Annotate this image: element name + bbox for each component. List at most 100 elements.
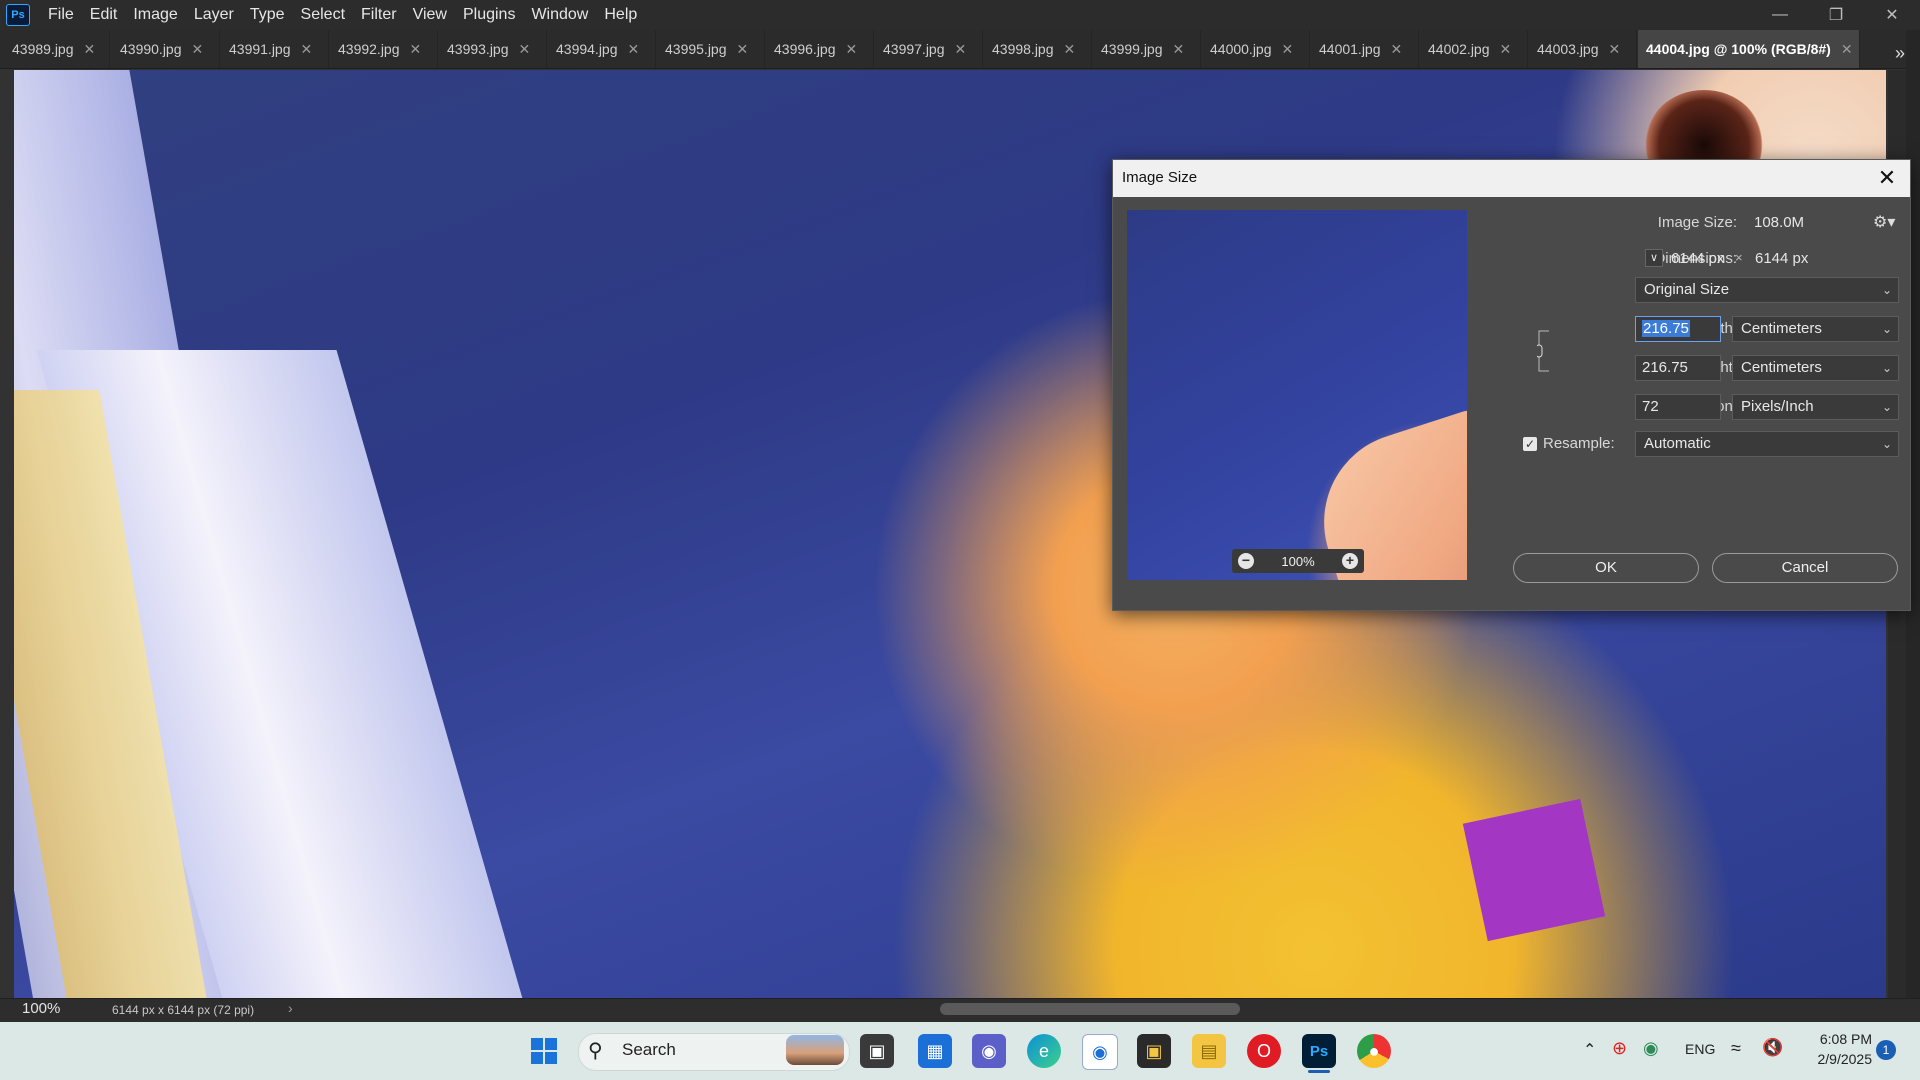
- tab-label: 43990.jpg: [120, 41, 182, 57]
- horizontal-scrollbar[interactable]: [940, 1003, 1240, 1015]
- menu-help[interactable]: Help: [596, 0, 645, 30]
- windows-start-icon[interactable]: [527, 1034, 561, 1068]
- cancel-button[interactable]: Cancel: [1712, 553, 1898, 583]
- resolution-unit-value: Pixels/Inch: [1741, 398, 1814, 415]
- notification-badge[interactable]: 1: [1876, 1040, 1896, 1060]
- zoom-in-icon[interactable]: +: [1342, 553, 1358, 569]
- close-icon[interactable]: ✕: [410, 41, 422, 58]
- widgets-icon[interactable]: ▦: [918, 1034, 952, 1068]
- menu-plugins[interactable]: Plugins: [455, 0, 523, 30]
- close-icon[interactable]: ✕: [737, 41, 749, 58]
- menu-select[interactable]: Select: [293, 0, 353, 30]
- ok-button[interactable]: OK: [1513, 553, 1699, 583]
- teams-chat-icon[interactable]: ◉: [972, 1034, 1006, 1068]
- tab-44004-active[interactable]: 44004.jpg @ 100% (RGB/8#) ✕: [1638, 30, 1860, 68]
- close-icon[interactable]: ✕: [1282, 41, 1294, 58]
- chevron-right-icon[interactable]: ›: [288, 1000, 293, 1016]
- fit-to-value: Original Size: [1644, 281, 1730, 298]
- tab-43996[interactable]: 43996.jpg ✕: [766, 30, 874, 68]
- image-size-label: Image Size:: [1657, 214, 1737, 231]
- close-window-icon[interactable]: ✕: [1864, 0, 1920, 30]
- menu-layer[interactable]: Layer: [186, 0, 242, 30]
- tab-43990[interactable]: 43990.jpg ✕: [112, 30, 220, 68]
- minimize-icon[interactable]: —: [1752, 0, 1808, 30]
- close-icon[interactable]: ✕: [846, 41, 858, 58]
- microsoft-store-icon[interactable]: ▣: [1137, 1034, 1171, 1068]
- network-globe-icon[interactable]: ◉: [1643, 1038, 1659, 1059]
- clock-time[interactable]: 6:08 PM: [1812, 1031, 1872, 1047]
- resolution-unit-dropdown[interactable]: Pixels/Inch ⌄: [1732, 394, 1899, 420]
- menu-file[interactable]: File: [40, 0, 82, 30]
- close-icon[interactable]: ✕: [84, 41, 96, 58]
- tab-43994[interactable]: 43994.jpg ✕: [548, 30, 656, 68]
- chevron-up-icon[interactable]: ⌃: [1583, 1040, 1596, 1060]
- tab-43998[interactable]: 43998.jpg ✕: [984, 30, 1092, 68]
- zoom-level[interactable]: 100%: [22, 1000, 60, 1017]
- tab-44002[interactable]: 44002.jpg ✕: [1420, 30, 1528, 68]
- preview-zoom-control: − 100% +: [1232, 549, 1364, 573]
- photoshop-taskbar-icon[interactable]: Ps: [1302, 1034, 1336, 1068]
- speaker-muted-icon[interactable]: 🔇: [1762, 1038, 1783, 1058]
- chevron-down-icon: ⌄: [1881, 283, 1892, 297]
- chrome-browser-icon[interactable]: ●: [1357, 1034, 1391, 1068]
- close-icon[interactable]: ✕: [1609, 41, 1621, 58]
- tab-43992[interactable]: 43992.jpg ✕: [330, 30, 438, 68]
- tab-43995[interactable]: 43995.jpg ✕: [657, 30, 765, 68]
- vpn-icon[interactable]: ⊕: [1612, 1038, 1627, 1059]
- menu-type[interactable]: Type: [242, 0, 293, 30]
- edge-browser-icon[interactable]: e: [1027, 1034, 1061, 1068]
- menu-bar: Ps File Edit Image Layer Type Select Fil…: [0, 0, 1920, 30]
- close-icon[interactable]: ✕: [628, 41, 640, 58]
- tab-43993[interactable]: 43993.jpg ✕: [439, 30, 547, 68]
- language-indicator[interactable]: ENG: [1685, 1041, 1715, 1057]
- tab-44003[interactable]: 44003.jpg ✕: [1529, 30, 1637, 68]
- close-icon[interactable]: ✕: [1391, 41, 1403, 58]
- menu-edit[interactable]: Edit: [82, 0, 126, 30]
- width-unit-dropdown[interactable]: Centimeters ⌄: [1732, 316, 1899, 342]
- file-explorer-icon[interactable]: ▤: [1192, 1034, 1226, 1068]
- height-input[interactable]: 216.75: [1635, 355, 1721, 381]
- wifi-icon[interactable]: ≈: [1731, 1038, 1741, 1059]
- close-icon[interactable]: ✕: [1064, 41, 1076, 58]
- menu-filter[interactable]: Filter: [353, 0, 405, 30]
- close-icon[interactable]: ✕: [301, 41, 313, 58]
- tab-44001[interactable]: 44001.jpg ✕: [1311, 30, 1419, 68]
- dimensions-height: 6144 px: [1755, 250, 1809, 267]
- resample-value: Automatic: [1644, 435, 1711, 452]
- menu-image[interactable]: Image: [125, 0, 185, 30]
- height-unit-dropdown[interactable]: Centimeters ⌄: [1732, 355, 1899, 381]
- zoom-out-icon[interactable]: −: [1238, 553, 1254, 569]
- chevron-down-icon: ⌄: [1881, 400, 1892, 414]
- menu-window[interactable]: Window: [523, 0, 596, 30]
- image-size-dialog: Image Size ✕ − 100% + Image Size: 108.0M…: [1112, 159, 1911, 611]
- tab-43997[interactable]: 43997.jpg ✕: [875, 30, 983, 68]
- close-icon[interactable]: ✕: [1500, 41, 1512, 58]
- fit-to-dropdown[interactable]: Original Size ⌄: [1635, 277, 1899, 303]
- close-icon[interactable]: ✕: [1873, 164, 1901, 192]
- close-icon[interactable]: ✕: [519, 41, 531, 58]
- resample-dropdown[interactable]: Automatic ⌄: [1635, 431, 1899, 457]
- tab-label: 44001.jpg: [1319, 41, 1381, 57]
- close-icon[interactable]: ✕: [955, 41, 967, 58]
- tab-43989[interactable]: 43989.jpg ✕: [4, 30, 110, 68]
- resample-checkbox[interactable]: ✓: [1523, 437, 1537, 451]
- tab-43999[interactable]: 43999.jpg ✕: [1093, 30, 1201, 68]
- restore-icon[interactable]: ❐: [1808, 0, 1864, 30]
- tab-label: 43993.jpg: [447, 41, 509, 57]
- close-icon[interactable]: ✕: [1841, 41, 1853, 58]
- tab-44000[interactable]: 44000.jpg ✕: [1202, 30, 1310, 68]
- close-icon[interactable]: ✕: [192, 41, 204, 58]
- resolution-input[interactable]: 72: [1635, 394, 1721, 420]
- dimensions-dropdown-icon[interactable]: ∨: [1645, 249, 1663, 267]
- width-input[interactable]: 216.75: [1635, 316, 1721, 342]
- opera-browser-icon[interactable]: O: [1247, 1034, 1281, 1068]
- menu-view[interactable]: View: [405, 0, 455, 30]
- gear-icon[interactable]: ⚙▾: [1873, 212, 1895, 232]
- photos-icon[interactable]: ◉: [1082, 1034, 1118, 1070]
- close-icon[interactable]: ✕: [1173, 41, 1185, 58]
- clock-date[interactable]: 2/9/2025: [1800, 1051, 1873, 1067]
- resample-label: Resample:: [1543, 435, 1615, 452]
- tab-43991[interactable]: 43991.jpg ✕: [221, 30, 329, 68]
- task-view-icon[interactable]: ▣: [860, 1034, 894, 1068]
- image-preview[interactable]: − 100% +: [1127, 210, 1467, 580]
